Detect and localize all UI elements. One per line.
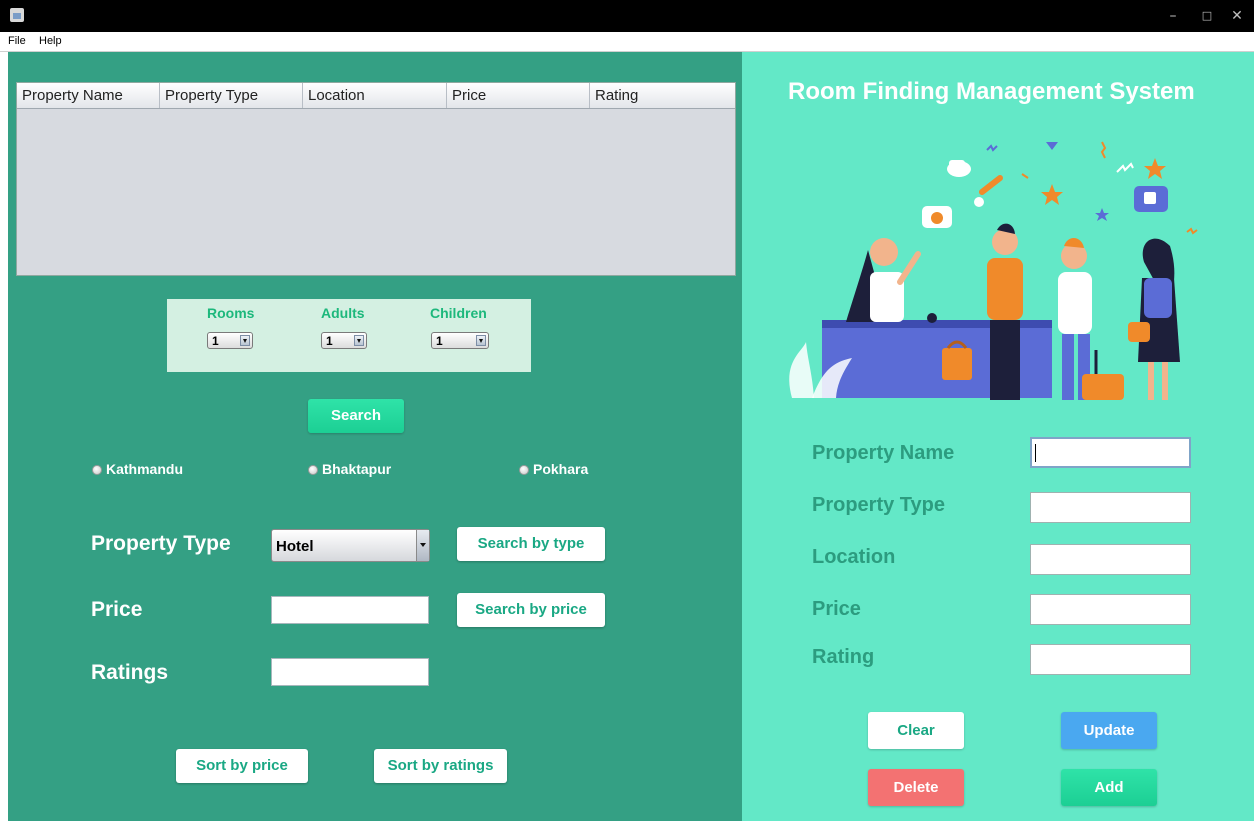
management-panel: Room Finding Management System Property … [742,52,1254,821]
add-button[interactable]: Add [1061,769,1157,806]
column-rating[interactable]: Rating [590,83,735,108]
ratings-input[interactable] [271,658,429,686]
chevron-down-icon [240,335,250,346]
radio-label: Kathmandu [106,461,183,477]
price-input[interactable] [271,596,429,624]
update-button[interactable]: Update [1061,712,1157,749]
column-property-type[interactable]: Property Type [160,83,303,108]
column-location[interactable]: Location [303,83,447,108]
rooms-value: 1 [212,334,219,348]
menu-bar: File Help [0,32,1254,52]
ratings-label: Ratings [91,661,169,684]
rooms-select[interactable]: 1 [207,332,253,349]
search-by-type-button[interactable]: Search by type [457,527,605,561]
column-price[interactable]: Price [447,83,590,108]
delete-button[interactable]: Delete [868,769,964,806]
property-type-label: Property Type [91,532,231,555]
app-title: Room Finding Management System [788,78,1195,105]
children-select[interactable]: 1 [431,332,489,349]
adults-value: 1 [326,334,333,348]
java-app-icon [10,8,24,22]
minimize-button[interactable]: – [1156,0,1190,32]
occupancy-panel: Rooms Adults Children 1 1 1 [167,299,531,372]
radio-label: Pokhara [533,461,589,477]
children-label: Children [430,305,487,321]
form-price-label: Price [812,598,861,620]
property-type-select[interactable]: Hotel [271,529,430,562]
property-table[interactable]: Property Name Property Type Location Pri… [16,82,736,276]
adults-label: Adults [321,305,365,321]
maximize-button[interactable]: □ [1190,0,1224,32]
window-title-bar: – □ ✕ [0,0,1254,32]
children-value: 1 [436,334,443,348]
form-price-input[interactable] [1030,594,1191,625]
search-button[interactable]: Search [308,399,404,433]
adults-select[interactable]: 1 [321,332,367,349]
search-panel: Property Name Property Type Location Pri… [8,52,742,821]
radio-bhaktapur[interactable]: Bhaktapur [308,461,391,477]
search-by-price-button[interactable]: Search by price [457,593,605,627]
price-label: Price [91,598,143,621]
sort-by-ratings-button[interactable]: Sort by ratings [374,749,507,783]
table-header: Property Name Property Type Location Pri… [17,83,735,109]
close-button[interactable]: ✕ [1220,0,1254,32]
reception-illustration-icon [789,141,1198,400]
chevron-down-icon [476,335,486,346]
radio-dot-icon [92,465,102,475]
radio-label: Bhaktapur [322,461,392,477]
form-rating-label: Rating [812,646,875,668]
form-rating-input[interactable] [1030,644,1191,675]
form-property-name-label: Property Name [812,442,955,464]
radio-kathmandu[interactable]: Kathmandu [92,461,183,477]
chevron-down-icon [416,530,429,561]
chevron-down-icon [354,335,364,346]
menu-help[interactable]: Help [39,35,62,47]
rooms-label: Rooms [207,305,255,321]
radio-pokhara[interactable]: Pokhara [519,461,588,477]
property-type-value: Hotel [276,538,314,555]
clear-button[interactable]: Clear [868,712,964,749]
form-location-label: Location [812,546,896,568]
text-caret [1035,444,1036,462]
form-property-type-label: Property Type [812,494,945,516]
radio-dot-icon [308,465,318,475]
column-property-name[interactable]: Property Name [17,83,160,108]
radio-dot-icon [519,465,529,475]
menu-file[interactable]: File [8,35,26,47]
form-property-name-input[interactable] [1030,437,1191,468]
form-location-input[interactable] [1030,544,1191,575]
sort-by-price-button[interactable]: Sort by price [176,749,308,783]
form-property-type-input[interactable] [1030,492,1191,523]
